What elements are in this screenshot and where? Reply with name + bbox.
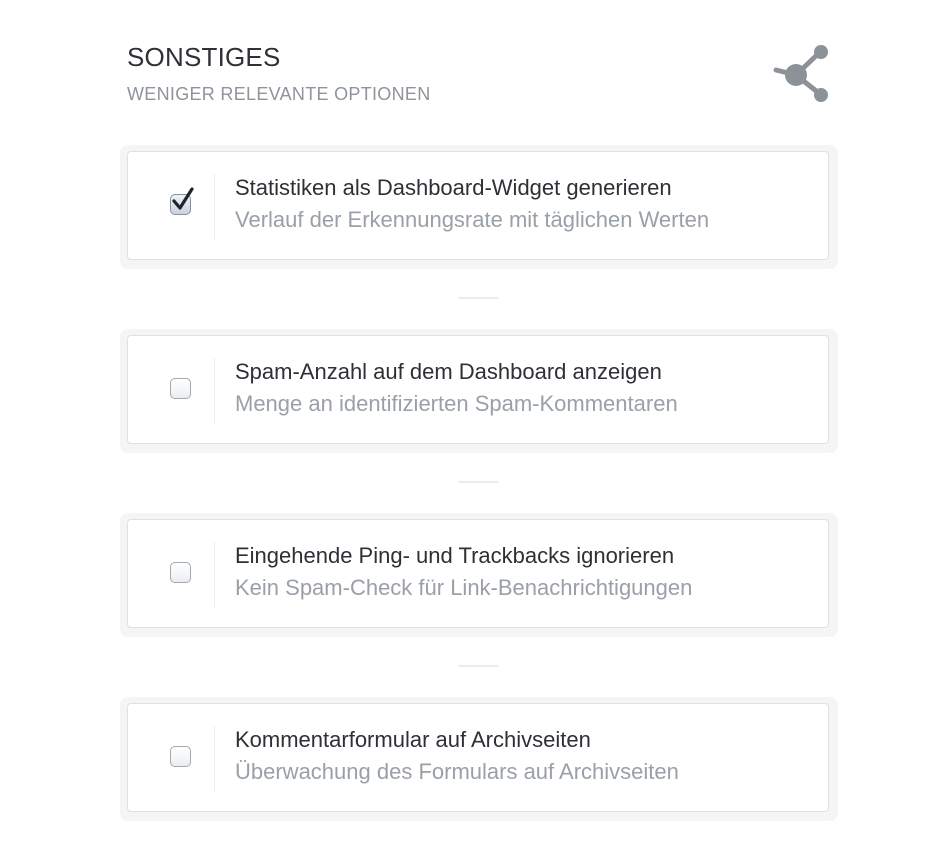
option-label: Statistiken als Dashboard-Widget generie…	[235, 175, 672, 200]
checkbox-dashboard-widget[interactable]	[170, 187, 194, 215]
option-label: Eingehende Ping- und Trackbacks ignorier…	[235, 543, 675, 568]
card-divider	[214, 726, 215, 791]
separator	[458, 297, 498, 299]
checkbox-spam-count[interactable]	[170, 378, 191, 399]
option-description: Verlauf der Erkennungsrate mit täglichen…	[235, 207, 710, 232]
option-card-archive-form[interactable]: Kommentarformular auf Archivseiten Überw…	[127, 703, 829, 812]
option-description: Kein Spam-Check für Link-Benachrichtigun…	[235, 575, 693, 600]
share-icon[interactable]	[770, 44, 832, 106]
option-card-dashboard-widget[interactable]: Statistiken als Dashboard-Widget generie…	[127, 151, 829, 260]
option-row: Statistiken als Dashboard-Widget generie…	[120, 145, 838, 269]
section-subtitle: WENIGER RELEVANTE OPTIONEN	[127, 84, 431, 104]
option-label: Kommentarformular auf Archivseiten	[235, 727, 591, 752]
option-text: Spam-Anzahl auf dem Dashboard anzeigen M…	[235, 356, 678, 420]
option-card-pingbacks[interactable]: Eingehende Ping- und Trackbacks ignorier…	[127, 519, 829, 628]
option-row: Kommentarformular auf Archivseiten Überw…	[120, 697, 838, 821]
checkbox-archive-form[interactable]	[170, 746, 191, 767]
checkbox-pingbacks[interactable]	[170, 562, 191, 583]
checkmark-icon	[172, 187, 194, 210]
separator	[458, 481, 498, 483]
separator	[458, 665, 498, 667]
card-divider	[214, 358, 215, 423]
option-text: Eingehende Ping- und Trackbacks ignorier…	[235, 540, 692, 604]
card-divider	[214, 542, 215, 607]
option-description: Menge an identifizierten Spam-Kommentare…	[235, 391, 678, 416]
option-description: Überwachung des Formulars auf Archivseit…	[235, 759, 679, 784]
option-row: Eingehende Ping- und Trackbacks ignorier…	[120, 513, 838, 637]
section-header: SONSTIGES WENIGER RELEVANTE OPTIONEN	[127, 40, 431, 106]
option-text: Kommentarformular auf Archivseiten Überw…	[235, 724, 679, 788]
option-row: Spam-Anzahl auf dem Dashboard anzeigen M…	[120, 329, 838, 453]
card-divider	[214, 174, 215, 239]
option-text: Statistiken als Dashboard-Widget generie…	[235, 172, 709, 236]
option-card-spam-count[interactable]: Spam-Anzahl auf dem Dashboard anzeigen M…	[127, 335, 829, 444]
option-label: Spam-Anzahl auf dem Dashboard anzeigen	[235, 359, 662, 384]
section-title: SONSTIGES	[127, 42, 281, 72]
